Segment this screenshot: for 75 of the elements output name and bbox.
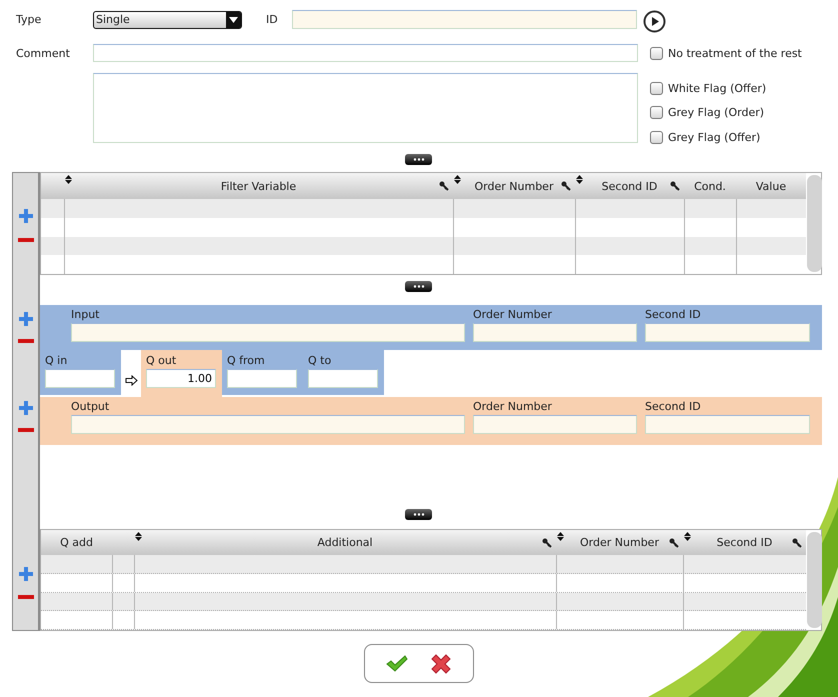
header-label: Filter Variable [220, 180, 296, 192]
input-field[interactable] [645, 323, 810, 342]
confirm-button[interactable] [386, 654, 408, 672]
search-icon[interactable] [439, 181, 449, 191]
input-field[interactable] [473, 323, 637, 342]
search-icon[interactable] [561, 181, 571, 191]
scrollbar[interactable] [807, 175, 822, 272]
header-label: Order Number [474, 180, 554, 192]
checkbox[interactable]: Grey Flag (Order) [650, 100, 766, 125]
input-field[interactable] [71, 323, 465, 342]
splitter-handle[interactable] [405, 509, 432, 520]
checkbox[interactable]: No treatment of the rest [650, 44, 802, 62]
add-icon[interactable] [19, 312, 33, 326]
add-icon[interactable] [19, 401, 33, 415]
column-header[interactable]: Order Number [453, 173, 575, 199]
field-label: Input [71, 308, 100, 321]
sort-icon[interactable] [65, 175, 72, 184]
sort-icon[interactable] [684, 532, 691, 541]
sort-icon[interactable] [454, 175, 461, 184]
field-label: Order Number [473, 308, 553, 321]
search-icon[interactable] [670, 181, 680, 191]
column-header[interactable]: Second ID [683, 530, 806, 555]
field-label: ID [265, 13, 279, 26]
field-label: Order Number [473, 400, 553, 413]
column-header[interactable]: Second ID [575, 173, 684, 199]
column-header[interactable]: Order Number [556, 530, 683, 555]
header-label: Value [756, 180, 786, 192]
header-label: Q add [60, 536, 93, 549]
search-icon[interactable] [792, 538, 802, 548]
field-label: Comment [15, 46, 71, 60]
input-field[interactable] [645, 415, 810, 434]
header-label: Second ID [602, 180, 658, 192]
field-label: Second ID [645, 400, 702, 413]
splitter-handle[interactable] [405, 281, 432, 292]
splitter-handle[interactable] [405, 154, 432, 165]
search-icon[interactable] [542, 538, 552, 548]
comment-field[interactable] [93, 44, 638, 62]
checkbox[interactable]: Grey Flag (Offer) [650, 125, 766, 150]
header-label: Additional [317, 536, 373, 549]
add-icon[interactable] [19, 209, 33, 223]
checkbox[interactable]: White Flag (Offer) [650, 76, 766, 100]
cancel-button[interactable] [430, 652, 452, 674]
add-icon[interactable] [19, 567, 33, 581]
notes-field[interactable] [93, 73, 638, 143]
sort-icon[interactable] [135, 532, 142, 541]
field-label: Type [15, 13, 42, 26]
column-header[interactable]: Value [736, 173, 806, 199]
quantity-field[interactable] [308, 369, 378, 388]
sort-icon[interactable] [557, 532, 564, 541]
search-icon[interactable] [669, 538, 679, 548]
field-label: Q to [308, 354, 332, 367]
type-dropdown[interactable]: Single [93, 10, 242, 28]
play-icon[interactable] [643, 10, 666, 33]
column-header[interactable]: Additional [134, 530, 556, 555]
field-label: Output [71, 400, 110, 413]
quantity-field[interactable] [45, 369, 115, 388]
quantity-field[interactable] [227, 369, 297, 388]
field-label: Second ID [645, 308, 702, 321]
field-label: Q out [146, 354, 178, 367]
header-label: Cond. [694, 180, 726, 192]
column-header[interactable]: Filter Variable [64, 173, 453, 199]
field-label: Q from [227, 354, 266, 367]
header-label: Second ID [716, 536, 772, 549]
header-label: Order Number [580, 536, 659, 549]
input-field[interactable] [473, 415, 637, 434]
quantity-field[interactable]: 1.00 [146, 369, 216, 388]
scrollbar[interactable] [807, 532, 822, 628]
column-header[interactable]: Q add [41, 530, 112, 555]
id-field[interactable] [292, 10, 637, 29]
sort-icon[interactable] [576, 175, 583, 184]
caret-icon [229, 16, 238, 22]
column-header[interactable]: Cond. [684, 173, 736, 199]
input-field[interactable] [71, 415, 465, 434]
arrow-icon [124, 374, 138, 386]
field-label: Q in [45, 354, 68, 367]
